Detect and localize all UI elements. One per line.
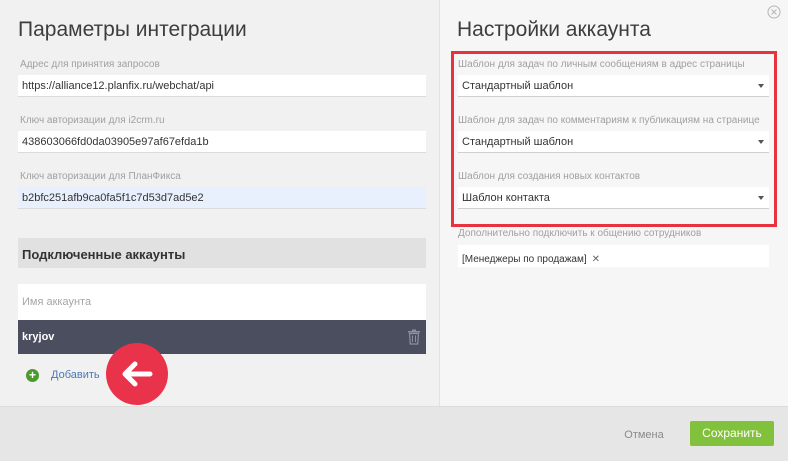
comment-template-value: Стандартный шаблон — [462, 136, 574, 148]
add-account-button[interactable]: + Добавить — [26, 367, 100, 383]
chevron-down-icon — [758, 140, 764, 144]
arrow-badge — [106, 343, 168, 405]
trash-icon[interactable] — [407, 329, 421, 345]
dm-template-select[interactable]: Стандартный шаблон — [458, 75, 769, 97]
plus-circle-icon: + — [26, 368, 39, 382]
dm-template-label: Шаблон для задач по личным сообщениям в … — [458, 59, 745, 70]
integration-title: Параметры интеграции — [18, 18, 247, 41]
webhook-url-input[interactable]: https://alliance12.planfix.ru/webchat/ap… — [18, 75, 426, 97]
comment-template-label: Шаблон для задач по комментариям к публи… — [458, 115, 760, 126]
remove-tag-icon[interactable]: ✕ — [592, 254, 600, 265]
planfix-key-label: Ключ авторизации для ПланФикса — [20, 171, 181, 182]
chevron-down-icon — [758, 196, 764, 200]
account-settings-title: Настройки аккаунта — [457, 18, 651, 41]
webhook-url-label: Адрес для принятия запросов — [20, 59, 160, 70]
arrow-left-icon — [122, 361, 153, 387]
save-button[interactable]: Сохранить — [690, 421, 774, 446]
employee-tag-label: [Менеджеры по продажам] — [462, 254, 587, 265]
i2crm-key-input[interactable]: 438603066fd0da03905e97af67efda1b — [18, 131, 426, 153]
extra-employees-input[interactable]: [Менеджеры по продажам] ✕ — [458, 245, 769, 267]
cancel-button[interactable]: Отмена — [619, 427, 669, 443]
contact-template-select[interactable]: Шаблон контакта — [458, 187, 769, 209]
planfix-key-input[interactable]: b2bfc251afb9ca0fa5f1c7d53d7ad5e2 — [18, 187, 426, 209]
close-icon[interactable] — [767, 5, 781, 19]
contact-template-value: Шаблон контакта — [462, 192, 550, 204]
add-account-label: Добавить — [51, 369, 100, 381]
extra-employees-label: Дополнительно подключить к общению сотру… — [458, 228, 702, 239]
dialog-footer — [0, 406, 788, 461]
account-name-input[interactable]: Имя аккаунта — [18, 284, 426, 320]
i2crm-key-label: Ключ авторизации для i2crm.ru — [20, 115, 165, 126]
comment-template-select[interactable]: Стандартный шаблон — [458, 131, 769, 153]
connected-accounts-header: Подключенные аккаунты — [18, 238, 426, 268]
contact-template-label: Шаблон для создания новых контактов — [458, 171, 641, 182]
employee-tag: [Менеджеры по продажам] ✕ — [462, 253, 600, 267]
integration-panel: Параметры интеграции Адрес для принятия … — [0, 0, 439, 406]
account-row[interactable]: kryjov — [18, 320, 426, 354]
dm-template-value: Стандартный шаблон — [462, 80, 574, 92]
account-name: kryjov — [22, 331, 55, 343]
chevron-down-icon — [758, 84, 764, 88]
